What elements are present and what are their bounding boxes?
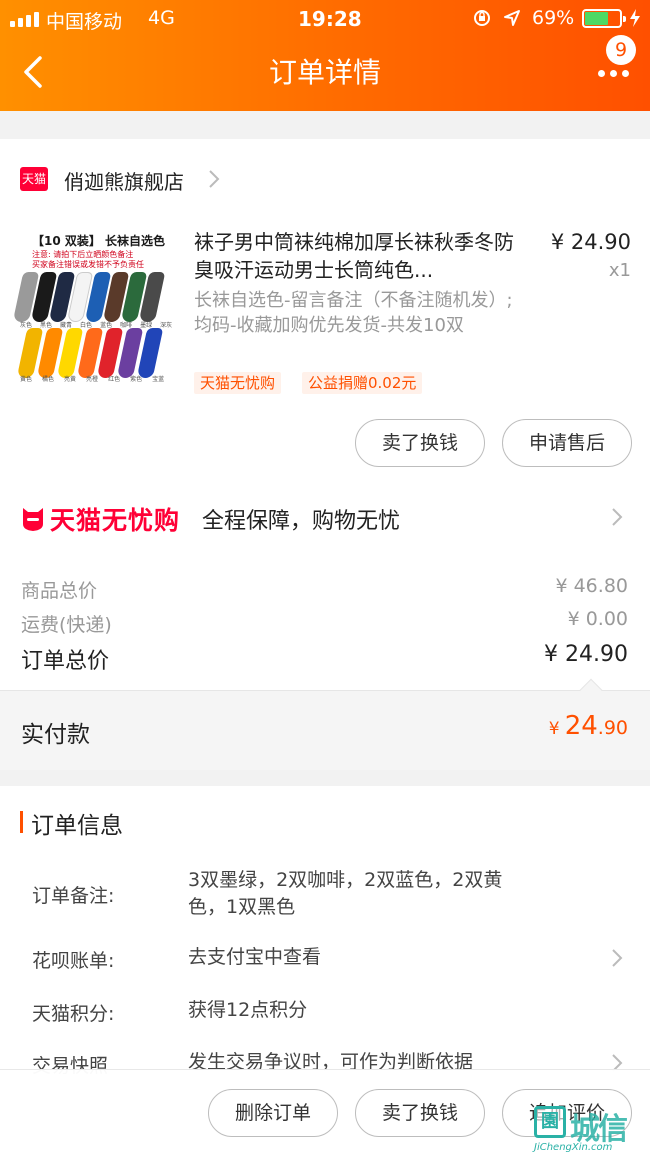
color-label: 宝蓝 (152, 376, 165, 383)
tag-charity: 公益捐赠0.02元 (302, 372, 423, 394)
shipping-value: ¥ 0.00 (567, 608, 628, 630)
product-sku: 长袜自选色-留言备注（不备注随机发）;均码-收藏加购优先发货-共发10双 (194, 290, 513, 336)
product-image-title: 【10 双装】 长袜自选色 (32, 234, 166, 248)
battery-icon (582, 9, 626, 28)
sell-for-cash-button-bottom[interactable]: 卖了换钱 (355, 1089, 485, 1137)
battery-percent: 69% (532, 7, 575, 29)
order-info-heading: 订单信息 (31, 813, 123, 839)
color-label: 紫色 (130, 376, 143, 383)
section-divider (0, 121, 650, 139)
product-price: ¥ 24.90 (550, 230, 631, 254)
huabei-bill-link[interactable]: 去支付宝中查看 (188, 944, 528, 971)
product-title[interactable]: 袜子男中筒袜纯棉加厚长袜秋季冬防臭吸汗运动男士长筒纯色... (194, 228, 524, 284)
order-total-label: 订单总价 (21, 649, 110, 674)
goods-total-value: ¥ 46.80 (555, 575, 628, 597)
tag-worry-free: 天猫无忧购 (194, 372, 282, 394)
tmall-points-label: 天猫积分: (32, 1003, 115, 1025)
color-label: 亮橙 (86, 376, 99, 383)
product-image[interactable]: 【10 双装】 长袜自选色 注意: 请拍下后立晒颜色备注 买家备注错误或发错不予… (12, 228, 174, 386)
carrier-name: 中国移动 (46, 11, 123, 33)
shipping-label: 运费(快递) (21, 614, 112, 636)
charging-icon (630, 9, 640, 27)
status-time: 19:28 (298, 7, 362, 31)
signal-icon (10, 11, 39, 27)
tmall-cat-icon (23, 508, 43, 531)
goods-total-label: 商品总价 (21, 580, 98, 602)
product-quantity: x1 (608, 260, 631, 281)
apply-after-sale-button[interactable]: 申请售后 (502, 419, 632, 467)
section-accent-bar (20, 811, 23, 833)
amount-paid-block: 实付款 ¥ 24.90 (0, 678, 650, 770)
sock-row-top (12, 272, 166, 322)
worry-free-brand: 天猫无忧购 (50, 506, 181, 535)
section-divider (0, 111, 650, 121)
status-bar: 中国移动 4G 19:28 69% (0, 0, 650, 36)
order-detail-screen: 中国移动 4G 19:28 69% 订单详情 9 天猫 俏迦熊旗舰店 【10 双… (0, 0, 650, 1156)
chevron-right-icon (612, 508, 623, 526)
sock-row-bottom (16, 328, 164, 378)
section-divider (0, 770, 650, 786)
location-icon (504, 10, 520, 26)
add-review-button[interactable]: 追加评价 (502, 1089, 632, 1137)
tmall-points-value: 获得12点积分 (188, 999, 308, 1021)
message-count-badge: 9 (606, 35, 636, 65)
shop-name: 俏迦熊旗舰店 (64, 170, 184, 194)
order-note-value: 3双墨绿，2双咖啡，2双蓝色，2双黄色，1双黑色 (188, 869, 503, 918)
order-note-label: 订单备注: (32, 885, 115, 907)
color-label: 黄色 (20, 376, 33, 383)
more-options-button[interactable] (594, 60, 634, 86)
orientation-lock-icon (474, 10, 490, 26)
worry-free-row[interactable]: 天猫无忧购 全程保障，购物无忧 (0, 496, 650, 540)
sell-for-cash-button[interactable]: 卖了换钱 (355, 419, 485, 467)
chevron-right-icon (612, 949, 623, 967)
color-label: 亮黄 (64, 376, 77, 383)
amount-paid-label: 实付款 (21, 722, 90, 748)
worry-free-description: 全程保障，购物无忧 (202, 509, 401, 534)
tmall-icon: 天猫 (20, 167, 48, 191)
order-total-value: ¥ 24.90 (544, 642, 628, 667)
product-image-hint: 注意: 请拍下后立晒颜色备注 买家备注错误或发错不予负责任 (32, 250, 144, 269)
color-label: 红色 (108, 376, 121, 383)
amount-paid-value: ¥ 24.90 (548, 711, 628, 741)
page-title: 订单详情 (268, 56, 381, 89)
chevron-right-icon (209, 170, 220, 188)
color-labels-bottom: 黄色 橘色 亮黄 亮橙 红色 紫色 宝蓝 (20, 374, 164, 383)
huabei-bill-label: 花呗账单: (32, 950, 115, 972)
shop-row[interactable]: 天猫 俏迦熊旗舰店 (0, 150, 650, 208)
color-label: 深灰 (160, 322, 173, 329)
network-type: 4G (148, 7, 175, 29)
color-label: 橘色 (42, 376, 55, 383)
header: 中国移动 4G 19:28 69% 订单详情 9 (0, 0, 650, 111)
delete-order-button[interactable]: 删除订单 (208, 1089, 338, 1137)
